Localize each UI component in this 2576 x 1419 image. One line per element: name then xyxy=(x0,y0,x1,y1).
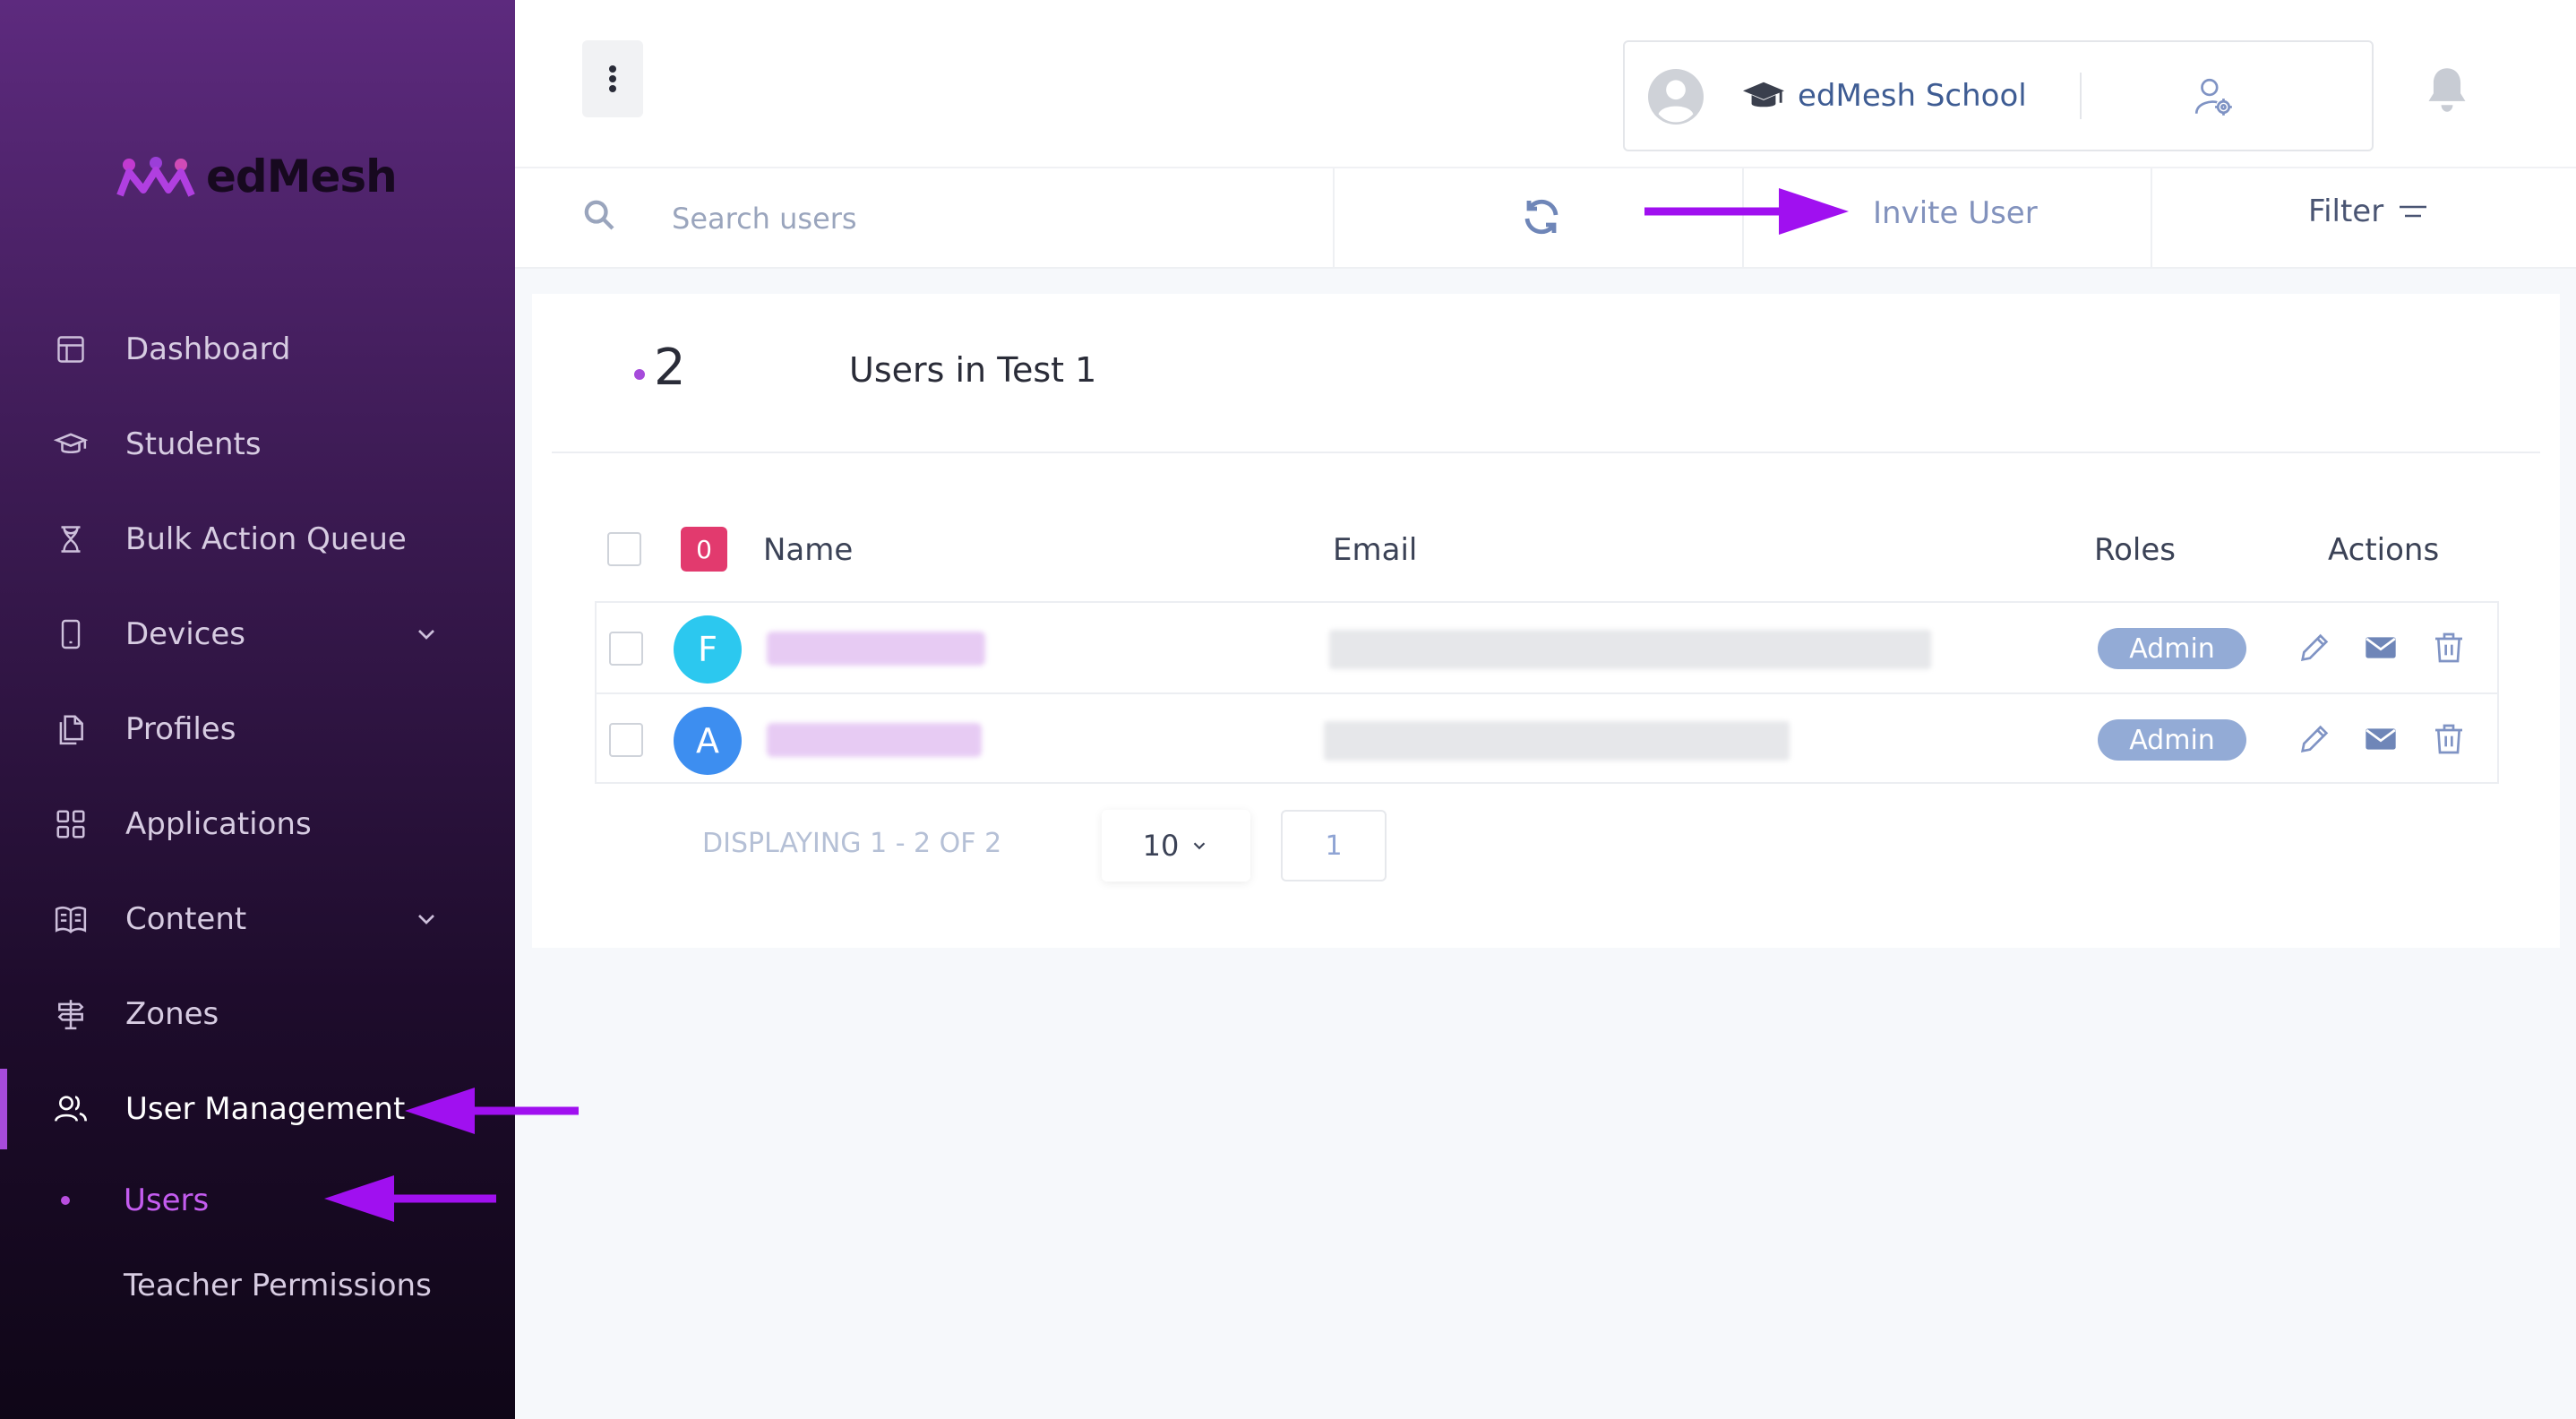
table-row[interactable]: F Admin xyxy=(595,601,2499,692)
sidebar-item-applications[interactable]: Applications xyxy=(0,784,515,864)
users-icon xyxy=(52,1090,90,1128)
documents-icon xyxy=(52,710,90,748)
user-avatar-icon[interactable] xyxy=(1648,69,1704,125)
trash-icon[interactable] xyxy=(2431,630,2467,666)
user-name-redacted xyxy=(767,632,985,666)
email-envelope-icon[interactable] xyxy=(2363,721,2399,757)
sidebar-item-label: Dashboard xyxy=(125,331,291,367)
phone-icon xyxy=(52,615,90,653)
page-size-value: 10 xyxy=(1142,829,1180,863)
sidebar-subitem-label: Users xyxy=(124,1182,210,1218)
row-checkbox[interactable] xyxy=(609,632,643,666)
sidebar-subitem-teacher-permissions[interactable]: Teacher Permissions xyxy=(0,1254,515,1317)
sidebar-item-label: Applications xyxy=(125,806,312,842)
role-badge: Admin xyxy=(2098,628,2246,669)
sidebar-item-label: Devices xyxy=(125,616,245,652)
chevron-down-icon[interactable] xyxy=(412,620,441,649)
users-card: 2 Users in Test 1 0 Name Email Roles Act… xyxy=(532,294,2560,948)
sidebar-item-label: User Management xyxy=(125,1091,406,1127)
trash-icon[interactable] xyxy=(2431,721,2467,757)
chevron-down-icon[interactable] xyxy=(412,905,441,933)
select-all-checkbox[interactable] xyxy=(607,532,641,566)
user-email-redacted xyxy=(1324,721,1790,761)
vertical-dots-icon xyxy=(609,65,616,92)
page-size-select[interactable]: 10 xyxy=(1102,810,1250,882)
sidebar-item-devices[interactable]: Devices xyxy=(0,594,515,675)
avatar: A xyxy=(674,707,742,775)
divider xyxy=(1742,168,1744,269)
sidebar-item-dashboard[interactable]: Dashboard xyxy=(0,309,515,390)
table-row[interactable]: A Admin xyxy=(595,692,2499,784)
refresh-icon[interactable] xyxy=(1520,195,1563,238)
dashboard-icon xyxy=(52,331,90,368)
card-title: Users in Test 1 xyxy=(849,350,1097,390)
column-header-roles[interactable]: Roles xyxy=(2094,532,2176,568)
role-badge: Admin xyxy=(2098,719,2246,761)
sidebar-item-profiles[interactable]: Profiles xyxy=(0,689,515,770)
chevron-down-icon xyxy=(1194,842,1206,850)
sidebar-item-bulk-action-queue[interactable]: Bulk Action Queue xyxy=(0,499,515,580)
search-icon xyxy=(584,200,614,230)
invite-user-button[interactable]: Invite User xyxy=(1873,195,2038,231)
sidebar-item-user-management[interactable]: User Management xyxy=(0,1069,515,1149)
filter-lines-icon xyxy=(2400,205,2427,218)
sidebar-subitem-label: Teacher Permissions xyxy=(124,1268,432,1303)
avatar: F xyxy=(674,615,742,684)
filter-button[interactable]: Filter xyxy=(2308,194,2428,229)
sidebar-item-content[interactable]: Content xyxy=(0,879,515,959)
count-dot xyxy=(634,369,645,380)
school-selector[interactable]: edMesh School xyxy=(1623,40,2374,151)
user-settings-icon[interactable] xyxy=(2191,74,2236,119)
edit-pencil-icon[interactable] xyxy=(2297,630,2332,666)
sidebar-item-students[interactable]: Students xyxy=(0,404,515,485)
graduation-cap-icon xyxy=(1743,82,1784,108)
sidebar-item-label: Bulk Action Queue xyxy=(125,521,407,557)
selected-count-badge: 0 xyxy=(681,527,727,572)
sidebar: edMesh Dashboard Students Bulk Action Qu… xyxy=(0,0,515,1419)
email-envelope-icon[interactable] xyxy=(2363,630,2399,666)
sidebar-item-zones[interactable]: Zones xyxy=(0,974,515,1054)
search-input[interactable] xyxy=(672,192,1173,245)
sidebar-item-label: Content xyxy=(125,901,247,937)
edit-pencil-icon[interactable] xyxy=(2297,721,2332,757)
toolbar: Invite User Filter xyxy=(515,167,2576,269)
page-button[interactable]: 1 xyxy=(1281,810,1387,882)
sidebar-subitem-users[interactable]: Users xyxy=(0,1169,515,1232)
edmesh-logo[interactable]: edMesh xyxy=(116,150,398,202)
divider xyxy=(552,452,2540,453)
brand-name: edMesh xyxy=(206,150,398,202)
book-icon xyxy=(52,900,90,938)
hourglass-icon xyxy=(52,520,90,558)
active-dot xyxy=(61,1196,70,1205)
row-checkbox[interactable] xyxy=(609,723,643,757)
divider xyxy=(2080,73,2082,119)
notification-bell-icon[interactable] xyxy=(2424,64,2470,115)
signpost-icon xyxy=(52,995,90,1033)
school-name: edMesh School xyxy=(1798,78,2027,114)
edmesh-logo-icon xyxy=(116,157,195,197)
divider xyxy=(2151,168,2152,269)
user-name-redacted xyxy=(767,723,982,757)
grid-icon xyxy=(52,805,90,843)
graduation-cap-icon xyxy=(52,426,90,463)
sidebar-item-label: Zones xyxy=(125,996,219,1032)
column-header-name[interactable]: Name xyxy=(763,532,853,568)
pagination-summary: DISPLAYING 1 - 2 OF 2 xyxy=(702,828,1002,859)
user-email-redacted xyxy=(1329,630,1931,669)
column-header-email[interactable]: Email xyxy=(1333,532,1417,568)
column-header-actions: Actions xyxy=(2328,532,2440,568)
divider xyxy=(1333,168,1335,269)
filter-label: Filter xyxy=(2308,194,2384,229)
sidebar-item-label: Students xyxy=(125,426,262,462)
user-count: 2 xyxy=(654,339,686,397)
sidebar-item-label: Profiles xyxy=(125,711,236,747)
more-menu-button[interactable] xyxy=(582,40,643,117)
